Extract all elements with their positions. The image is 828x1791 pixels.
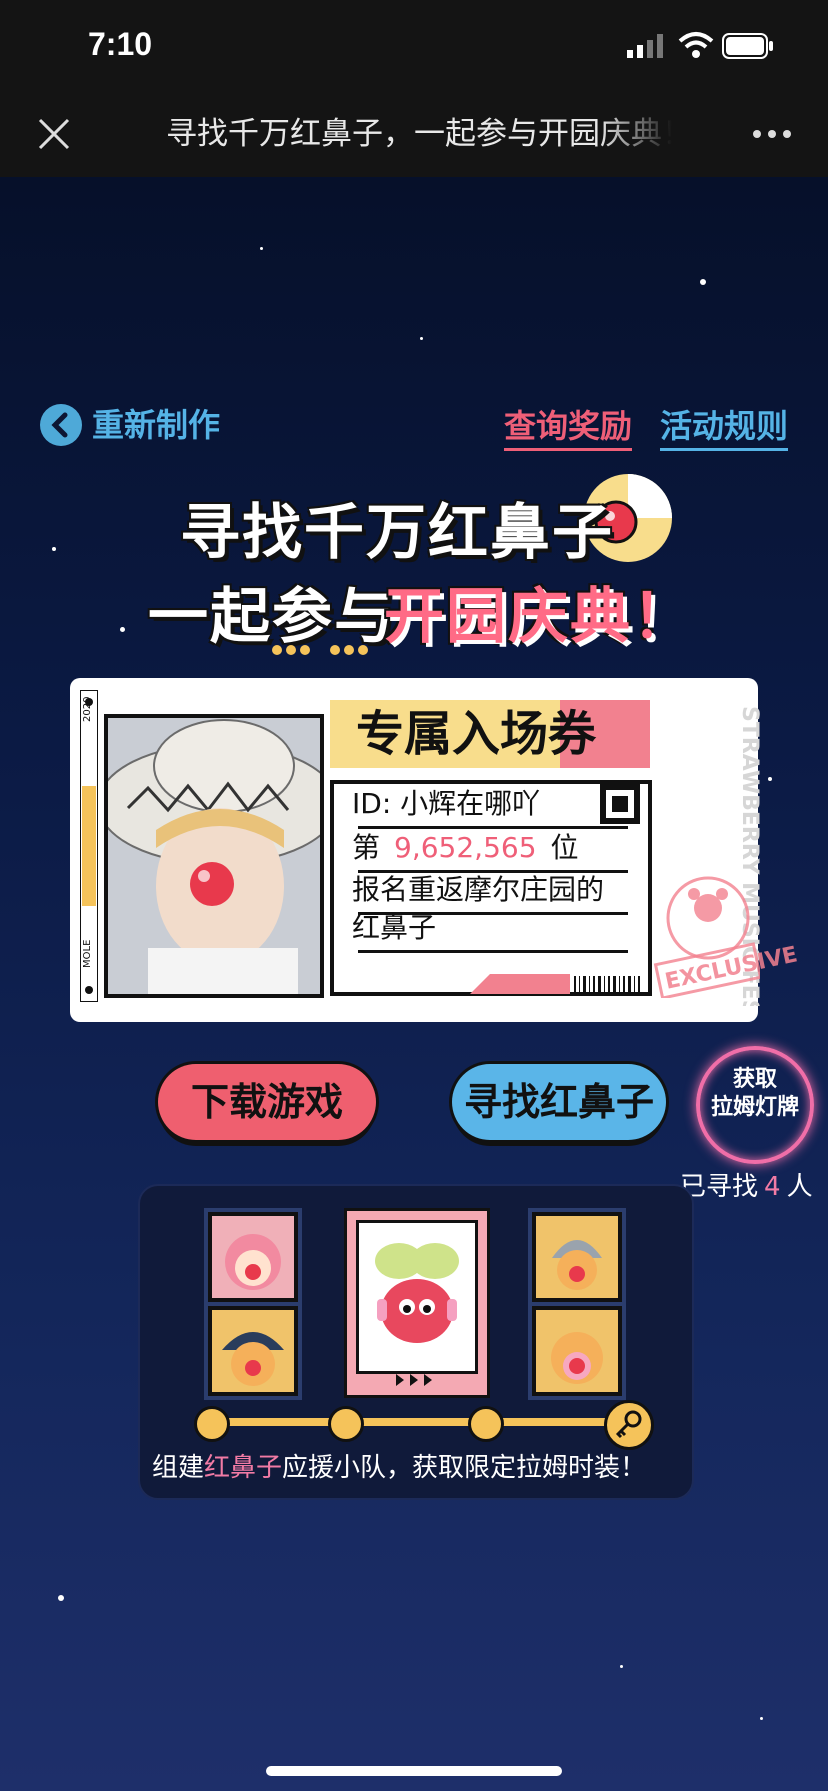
download-label: 下载游戏: [190, 1080, 343, 1124]
key-icon: [615, 1410, 642, 1439]
ticket-title: 专属入场券: [356, 706, 597, 762]
photo-illustration: [108, 718, 320, 994]
barcode: [574, 976, 640, 992]
lahm-illustration: [375, 1243, 459, 1343]
qr-code-icon: [600, 784, 640, 824]
find-red-nose-button[interactable]: 寻找红鼻子: [452, 1064, 666, 1140]
close-icon[interactable]: [36, 116, 72, 152]
decor-dots: [330, 640, 372, 659]
team-description: 组建红鼻子应援小队，获取限定拉姆时装！: [152, 1448, 692, 1488]
headline-line-2b: 开园庆典！: [384, 582, 694, 652]
avatar-illustration: [536, 1310, 618, 1392]
avatar-illustration: [212, 1310, 294, 1392]
ticket-year: 2020: [82, 696, 93, 722]
progress-node-3: [468, 1406, 504, 1442]
avatar-illustration: [212, 1216, 294, 1298]
play-arrows-icon: [396, 1374, 432, 1386]
signal-icon: [627, 34, 663, 58]
center-lahm-frame: [356, 1220, 478, 1374]
lantern-label-line1: 获取: [732, 1067, 777, 1092]
team-avatar-4[interactable]: [528, 1302, 626, 1400]
wifi-icon: [678, 32, 714, 58]
more-icon[interactable]: [752, 124, 792, 144]
home-indicator: [266, 1766, 562, 1776]
progress-track: [210, 1418, 628, 1426]
decor-dots: [272, 640, 314, 659]
headline-line-1: 寻找千万红鼻子: [180, 498, 614, 568]
team-avatar-2[interactable]: [204, 1302, 302, 1400]
reward-key-node[interactable]: [604, 1400, 654, 1450]
page-title: 寻找千万红鼻子，一起参与开园庆典！: [166, 116, 672, 152]
team-text-prefix: 组建: [152, 1453, 205, 1483]
ticket-brand: MOLE: [82, 939, 93, 968]
found-suffix: 人: [786, 1172, 813, 1202]
query-reward-link[interactable]: 查询奖励: [504, 404, 633, 451]
find-label: 寻找红鼻子: [463, 1080, 654, 1124]
lantern-label: 获取 拉姆灯牌: [700, 1066, 810, 1122]
team-text-suffix: 应援小队，获取限定拉姆时装！: [282, 1453, 647, 1483]
team-text-highlight: 红鼻子: [204, 1453, 283, 1483]
rank-suffix: 位: [550, 831, 579, 864]
rank-prefix: 第: [352, 831, 381, 864]
lantern-label-line2: 拉姆灯牌: [710, 1095, 799, 1120]
progress-node-2: [328, 1406, 364, 1442]
avatar-illustration: [536, 1216, 618, 1298]
registration-line-2: 红鼻子: [352, 911, 437, 944]
user-id: ID: 小辉在哪吖: [352, 787, 541, 820]
team-avatar-3[interactable]: [528, 1208, 626, 1306]
remake-label: 重新制作: [92, 406, 221, 444]
found-count: 4: [764, 1172, 781, 1202]
rules-link[interactable]: 活动规则: [660, 404, 789, 451]
ticket-bottom-bar: [470, 974, 570, 994]
rank-number: 9,652,565: [394, 831, 537, 864]
profile-photo: [104, 714, 324, 998]
progress-node-1: [194, 1406, 230, 1442]
registration-line-1: 报名重返摩尔庄园的: [352, 873, 605, 906]
status-time: 7:10: [88, 26, 153, 62]
rank-row: 第 9,652,565 位: [352, 828, 579, 868]
team-avatar-1[interactable]: [204, 1208, 302, 1306]
battery-icon: [722, 33, 773, 59]
download-game-button[interactable]: 下载游戏: [158, 1064, 376, 1140]
back-chevron-icon: [51, 412, 68, 438]
back-circle: [40, 404, 82, 446]
found-count-text: 已寻找 4 人: [680, 1166, 813, 1203]
title-fade: [600, 108, 672, 160]
